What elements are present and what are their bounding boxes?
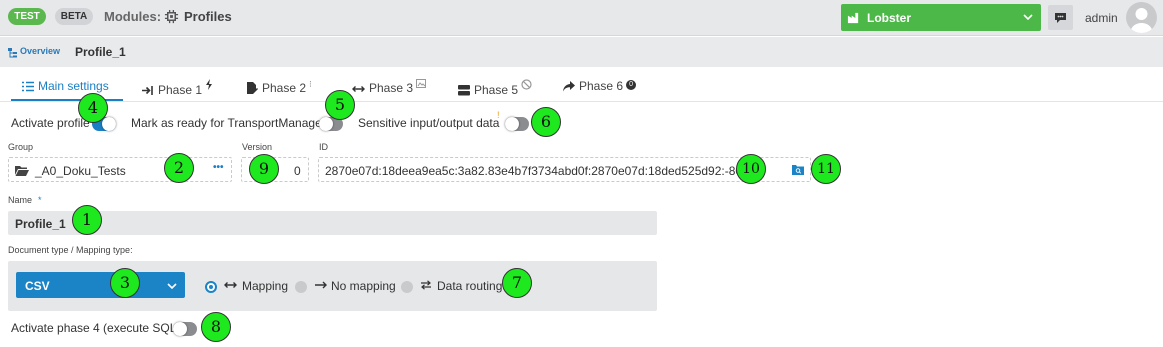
- top-bar: TEST BETA Modules: Profiles Lobster admi…: [0, 0, 1163, 36]
- toggle-knob: [173, 322, 187, 336]
- chat-button[interactable]: [1048, 5, 1073, 30]
- tab-bar: Main settings Phase 1 Phase 2 ⁝ Phase 3 P…: [0, 72, 1163, 102]
- group-browse-button[interactable]: •••: [213, 162, 224, 173]
- chat-icon: [1055, 13, 1066, 23]
- activate-profile-label: Activate profile: [11, 116, 90, 130]
- data-routing-option-label: Data routing: [437, 279, 503, 293]
- marker-1: 1: [72, 205, 102, 235]
- tab-badge: 0: [626, 80, 637, 90]
- sitemap-icon: [8, 48, 17, 58]
- id-value: 2870e07d:18deea9ea5c:3a82.83e4b7f3734abd…: [325, 164, 756, 178]
- toggle-knob: [102, 117, 116, 131]
- marker-6: 6: [531, 107, 561, 137]
- sensitive-data-label: Sensitive input/output data: [358, 116, 500, 130]
- tab-phase-5[interactable]: Phase 5: [458, 79, 536, 97]
- file-edit-icon: [247, 82, 258, 94]
- marker-8: 8: [201, 312, 231, 342]
- id-label: ID: [319, 142, 328, 152]
- factory-icon: [847, 12, 859, 24]
- marker-5: 5: [325, 90, 355, 120]
- share-icon: [563, 81, 575, 92]
- group-value: _A0_Doku_Tests: [35, 164, 126, 178]
- marker-3: 3: [110, 268, 140, 298]
- marker-4: 4: [78, 93, 108, 123]
- image-icon: [416, 79, 427, 88]
- sign-in-icon: [142, 86, 153, 95]
- tab-phase-1[interactable]: Phase 1: [142, 79, 217, 97]
- tab-label: Phase 5: [474, 83, 519, 97]
- user-name[interactable]: admin: [1085, 11, 1118, 25]
- name-value: Profile_1: [15, 217, 66, 231]
- toggle-knob: [505, 117, 519, 131]
- tab-label: Phase 1: [158, 83, 203, 97]
- name-input[interactable]: Profile_1: [8, 211, 657, 235]
- sensitive-data-toggle[interactable]: [505, 117, 529, 131]
- env-badge: TEST: [8, 8, 46, 25]
- mapping-option-label: Mapping: [242, 279, 289, 293]
- bolt-icon: [206, 79, 213, 90]
- folder-open-icon: [15, 166, 29, 176]
- tab-phase-6[interactable]: Phase 60: [563, 79, 637, 93]
- toggle-knob: [319, 117, 333, 131]
- doc-type-label: Document type / Mapping type:: [8, 245, 133, 255]
- tab-main-settings[interactable]: Main settings: [22, 79, 109, 93]
- modules-label: Modules:: [104, 9, 162, 24]
- chip-icon: [164, 9, 179, 24]
- tab-label: Phase 6: [579, 79, 624, 93]
- tab-phase-2[interactable]: Phase 2 ⁝: [246, 79, 312, 95]
- tab-label: Main settings: [38, 79, 109, 93]
- arrow-right-icon: [315, 281, 327, 289]
- group-label: Group: [8, 142, 34, 152]
- radio-mapping[interactable]: [205, 281, 217, 293]
- info-icon: !: [497, 110, 500, 120]
- exchange-icon: [421, 280, 431, 290]
- arrows-horizontal-icon: [352, 86, 365, 92]
- phase4-toggle[interactable]: [173, 322, 197, 336]
- doc-type-value: CSV: [25, 279, 50, 293]
- list-icon: [22, 81, 34, 92]
- breadcrumb-current: Profile_1: [75, 45, 126, 59]
- breadcrumb-overview-link[interactable]: Overview: [20, 46, 60, 56]
- doc-type-select[interactable]: CSV: [16, 272, 185, 298]
- tab-phase-3[interactable]: Phase 3: [352, 79, 430, 95]
- marker-2: 2: [164, 153, 194, 183]
- beta-badge: BETA: [55, 8, 93, 25]
- module-name[interactable]: Profiles: [184, 9, 232, 24]
- ready-transport-label: Mark as ready for TransportManager: [131, 116, 326, 130]
- tab-more-dot: ⁝: [309, 79, 312, 89]
- server-icon: [458, 85, 470, 96]
- chevron-down-icon: [167, 283, 177, 290]
- required-mark: *: [38, 195, 42, 205]
- version-label: Version: [242, 142, 273, 152]
- marker-11: 11: [811, 154, 841, 184]
- radio-data-routing[interactable]: [401, 281, 413, 293]
- tenant-select[interactable]: Lobster: [841, 4, 1041, 31]
- name-label: Name: [8, 195, 33, 205]
- tab-label: Phase 3: [369, 81, 414, 95]
- breadcrumb: Overview Profile_1: [0, 37, 1163, 67]
- tenant-label: Lobster: [867, 11, 912, 25]
- chevron-down-icon: [1023, 14, 1033, 21]
- marker-9: 9: [249, 154, 279, 184]
- group-field[interactable]: _A0_Doku_Tests •••: [8, 157, 232, 182]
- avatar-silhouette: [1130, 8, 1153, 33]
- avatar-icon[interactable]: [1126, 2, 1157, 33]
- version-value: 0: [294, 164, 301, 178]
- no-mapping-option-label: No mapping: [331, 279, 396, 293]
- disabled-icon: [521, 79, 532, 90]
- marker-7: 7: [502, 268, 532, 298]
- radio-no-mapping[interactable]: [295, 281, 307, 293]
- arrows-horizontal-icon: [224, 282, 237, 288]
- marker-10: 10: [736, 154, 766, 184]
- phase4-label: Activate phase 4 (execute SQL): [11, 321, 181, 335]
- tab-label: Phase 2: [262, 81, 307, 95]
- folder-search-icon[interactable]: [792, 165, 804, 175]
